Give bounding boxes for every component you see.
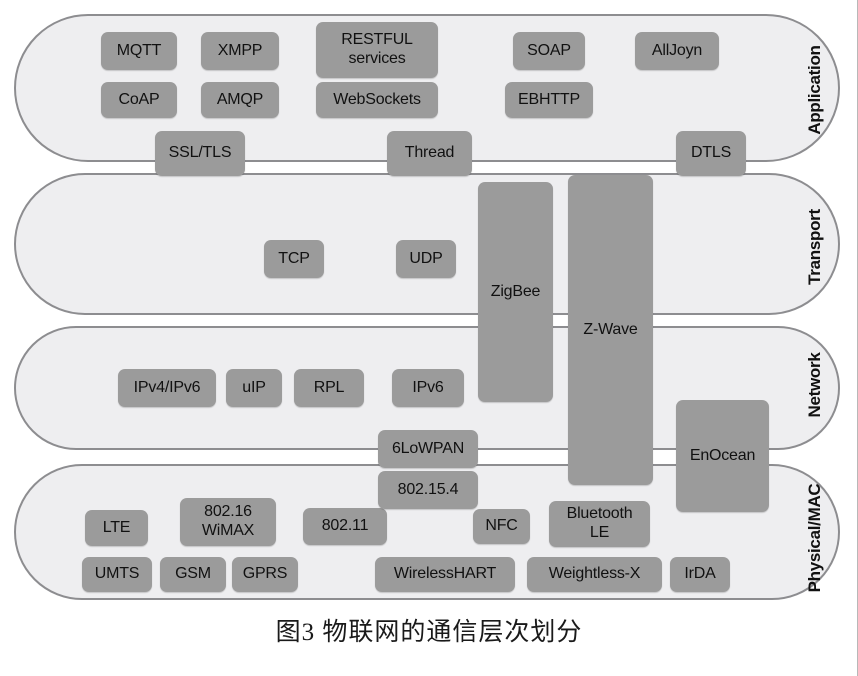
protocol-box-alljoyn[interactable]: AllJoyn [635, 32, 719, 70]
protocol-box-udp[interactable]: UDP [396, 240, 456, 278]
protocol-box-ssl-tls[interactable]: SSL/TLS [155, 131, 245, 176]
protocol-box-thread[interactable]: Thread [387, 131, 472, 176]
layer-label-physical-mac: Physical/MAC [805, 483, 824, 593]
layer-label-application: Application [805, 45, 824, 135]
protocol-box-bluetooth-le[interactable]: Bluetooth LE [549, 501, 650, 547]
protocol-box-802-16-wimax[interactable]: 802.16 WiMAX [180, 498, 276, 546]
protocol-box-websockets[interactable]: WebSockets [316, 82, 438, 118]
protocol-box-soap[interactable]: SOAP [513, 32, 585, 70]
iot-protocol-stack-diagram: Application MQTT XMPP RESTFUL services S… [0, 0, 858, 608]
protocol-box-coap[interactable]: CoAP [101, 82, 177, 118]
protocol-box-enocean[interactable]: EnOcean [676, 400, 769, 512]
protocol-box-dtls[interactable]: DTLS [676, 131, 746, 176]
protocol-box-ipv4-ipv6[interactable]: IPv4/IPv6 [118, 369, 216, 407]
protocol-box-irda[interactable]: IrDA [670, 557, 730, 592]
protocol-box-802-11[interactable]: 802.11 [303, 508, 387, 545]
protocol-box-zigbee[interactable]: ZigBee [478, 182, 553, 402]
protocol-box-amqp[interactable]: AMQP [201, 82, 279, 118]
layer-label-network: Network [805, 352, 824, 418]
protocol-box-lte[interactable]: LTE [85, 510, 148, 546]
protocol-box-802-15-4[interactable]: 802.15.4 [378, 471, 478, 509]
protocol-box-bluetooth-le-label: Bluetooth LE [566, 505, 633, 541]
figure-page: Application MQTT XMPP RESTFUL services S… [0, 0, 858, 676]
protocol-box-z-wave[interactable]: Z-Wave [568, 175, 653, 485]
protocol-box-weightless-x[interactable]: Weightless-X [527, 557, 662, 592]
protocol-box-wirelesshart[interactable]: WirelessHART [375, 557, 515, 592]
protocol-box-restful-services[interactable]: RESTFUL services [316, 22, 438, 78]
protocol-box-rpl[interactable]: RPL [294, 369, 364, 407]
protocol-box-umts[interactable]: UMTS [82, 557, 152, 592]
protocol-box-mqtt[interactable]: MQTT [101, 32, 177, 70]
protocol-box-restful-services-label: RESTFUL services [341, 31, 413, 67]
protocol-box-802-16-wimax-label: 802.16 WiMAX [201, 503, 255, 539]
protocol-box-xmpp[interactable]: XMPP [201, 32, 279, 70]
figure-caption: 图3 物联网的通信层次划分 [275, 619, 583, 646]
protocol-box-ipv6[interactable]: IPv6 [392, 369, 464, 407]
protocol-box-uip[interactable]: uIP [226, 369, 282, 407]
protocol-box-nfc[interactable]: NFC [473, 509, 530, 544]
protocol-box-6lowpan[interactable]: 6LoWPAN [378, 430, 478, 468]
protocol-box-gsm[interactable]: GSM [160, 557, 226, 592]
protocol-box-tcp[interactable]: TCP [264, 240, 324, 278]
protocol-box-ebhttp[interactable]: EBHTTP [505, 82, 593, 118]
protocol-box-gprs[interactable]: GPRS [232, 557, 298, 592]
layer-label-transport: Transport [805, 209, 824, 285]
